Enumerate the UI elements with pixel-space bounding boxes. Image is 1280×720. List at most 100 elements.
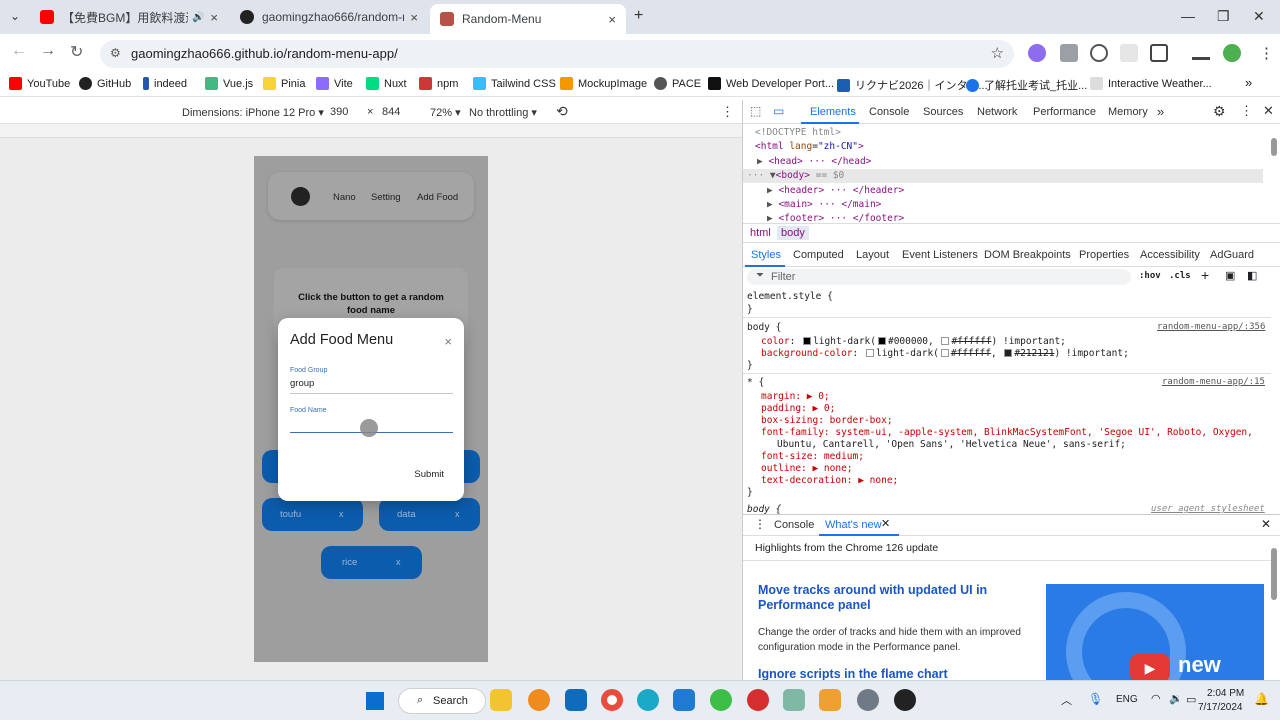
github-logo-icon[interactable] [291,187,310,206]
minimize-button[interactable]: — [1181,8,1195,24]
bookmark-item[interactable]: Nuxt [366,77,407,90]
tab-github-repo[interactable]: gaomingzhao666/random-menu... × [230,0,428,34]
bookmark-star-icon[interactable]: ☆ [991,44,1004,62]
extension-icon[interactable] [1028,44,1046,62]
subtab-dom-breakpoints[interactable]: DOM Breakpoints [984,249,1071,261]
forward-button[interactable]: → [40,42,56,60]
breadcrumb-body[interactable]: body [777,226,809,240]
food-chip[interactable]: data x [379,498,480,531]
address-bar[interactable]: ⚙ gaomingzhao666.github.io/random-menu-a… [100,40,1014,68]
rule-element-style[interactable]: element.style { [747,291,833,302]
tab-random-menu[interactable]: Random-Menu × [430,4,626,34]
wifi-icon[interactable]: ◠ [1151,692,1161,705]
bookmark-item[interactable]: indeed [143,77,187,90]
clock-time[interactable]: 2:04 PM [1207,688,1244,699]
tab-close-icon[interactable]: × [410,10,418,25]
bookmark-item[interactable]: npm [419,77,458,90]
nav-link-nano[interactable]: Nano [333,192,356,203]
github-desktop-icon[interactable] [894,689,916,711]
food-chip[interactable]: toufu x [262,498,363,531]
tab-search-icon[interactable]: ⌄ [10,9,20,23]
nav-link-setting[interactable]: Setting [371,192,401,203]
decl-padding[interactable]: padding: ▶ 0; [761,403,835,414]
decl-font-size[interactable]: font-size: medium; [761,451,864,462]
dialog-close-icon[interactable]: × [444,334,452,349]
tab-close-icon[interactable]: × [210,10,218,25]
tab-console[interactable]: Console [869,106,909,118]
decl-box-sizing[interactable]: box-sizing: border-box; [761,415,893,426]
subtab-event-listeners[interactable]: Event Listeners [902,249,978,261]
vscode-icon[interactable] [673,689,695,711]
whats-new-video-thumbnail[interactable]: ▶ new [1046,584,1264,680]
tab-network[interactable]: Network [977,106,1017,118]
subtab-adguard[interactable]: AdGuard [1210,249,1254,261]
bookmark-item[interactable]: Vue.js [205,77,253,90]
taskbar-search[interactable]: ⌕ Search [398,688,486,714]
subtab-computed[interactable]: Computed [793,249,844,261]
dom-scrollbar[interactable] [1271,138,1277,156]
rule-star-selector[interactable]: * { [747,377,764,388]
tray-chevron-icon[interactable]: ︿ [1061,692,1072,708]
dom-main-node[interactable]: ▶ <main> ··· </main> [767,199,881,210]
reload-button[interactable]: ↻ [70,42,83,62]
media-player-icon[interactable] [819,689,841,711]
drawer-menu-icon[interactable]: ⋮ [754,517,766,531]
url-text[interactable]: gaomingzhao666.github.io/random-menu-app… [131,46,398,61]
device-toggle-icon[interactable]: ▭ [773,104,784,118]
tab-sources[interactable]: Sources [923,106,963,118]
inspect-element-icon[interactable]: ⬚ [750,104,761,118]
volume-icon[interactable]: 🔉 [1169,692,1183,705]
hov-button[interactable]: :hov [1139,271,1161,281]
subtab-properties[interactable]: Properties [1079,249,1129,261]
subtab-accessibility[interactable]: Accessibility [1140,249,1200,261]
expand-arrow-icon[interactable]: ▶ [767,199,778,210]
drawer-tab-whats-new[interactable]: What's new [825,519,882,531]
wechat-icon[interactable] [710,689,732,711]
profile-avatar[interactable] [1223,44,1241,62]
battery-icon[interactable]: ▭ [1186,693,1196,706]
decl-text-decoration[interactable]: text-decoration: ▶ none; [761,475,898,486]
width-input[interactable]: 390 [330,106,348,118]
new-tab-button[interactable]: + [634,7,643,25]
breadcrumb-html[interactable]: html [750,227,771,239]
height-input[interactable]: 844 [382,106,400,118]
device-select[interactable]: Dimensions: iPhone 12 Pro ▾ [182,106,324,119]
close-whats-new-icon[interactable]: ✕ [881,517,890,530]
drawer-scrollbar[interactable] [1271,548,1277,600]
zoom-select[interactable]: 72% ▾ [430,106,461,119]
food-group-input[interactable]: group [290,378,314,389]
back-button[interactable]: ← [11,42,27,60]
chrome-menu-button[interactable]: ⋮ [1259,44,1274,62]
bookmark-item[interactable]: PACE [654,77,701,90]
remove-food-icon[interactable]: x [339,509,344,519]
more-tabs-button[interactable]: » [1157,104,1164,119]
file-explorer-icon[interactable] [490,689,512,711]
decl-font-family[interactable]: font-family: system-ui, -apple-system, B… [761,427,1253,438]
subtab-layout[interactable]: Layout [856,249,889,261]
extension-icon[interactable] [1120,44,1138,62]
outlook-icon[interactable] [565,689,587,711]
bookmark-item[interactable]: Tailwind CSS [473,77,556,90]
submit-button[interactable]: Submit [414,469,444,480]
rule-source-link[interactable]: random-menu-app/:356 [1157,322,1265,332]
drawer-tab-console[interactable]: Console [774,519,814,531]
tab-memory[interactable]: Memory [1108,106,1148,118]
media-query-ruler[interactable] [0,124,742,138]
app-icon[interactable] [783,689,805,711]
dom-header-node[interactable]: ▶ <header> ··· </header> [767,185,904,196]
dom-html-node[interactable]: <html lang="zh-CN"> [755,141,864,152]
add-rule-icon[interactable]: + [1201,267,1209,283]
sidebar-toggle-icon[interactable]: ◧ [1247,269,1257,282]
chrome-taskbar-icon[interactable] [601,689,623,711]
media-control-icon[interactable] [1192,46,1210,60]
nav-link-add-food[interactable]: Add Food [417,192,458,203]
close-drawer-icon[interactable]: ✕ [1261,517,1271,531]
decl-background-color[interactable]: background-color: light-dark(#ffffff, #2… [761,348,1129,359]
rule-body-selector[interactable]: body { [747,322,781,333]
cls-button[interactable]: .cls [1169,271,1191,281]
bookmark-item[interactable]: Pinia [263,77,305,90]
decl-margin[interactable]: margin: ▶ 0; [761,391,830,402]
device-more-button[interactable]: ⋮ [721,104,734,120]
throttle-select[interactable]: No throttling ▾ [469,106,537,119]
settings-taskbar-icon[interactable] [857,689,879,711]
